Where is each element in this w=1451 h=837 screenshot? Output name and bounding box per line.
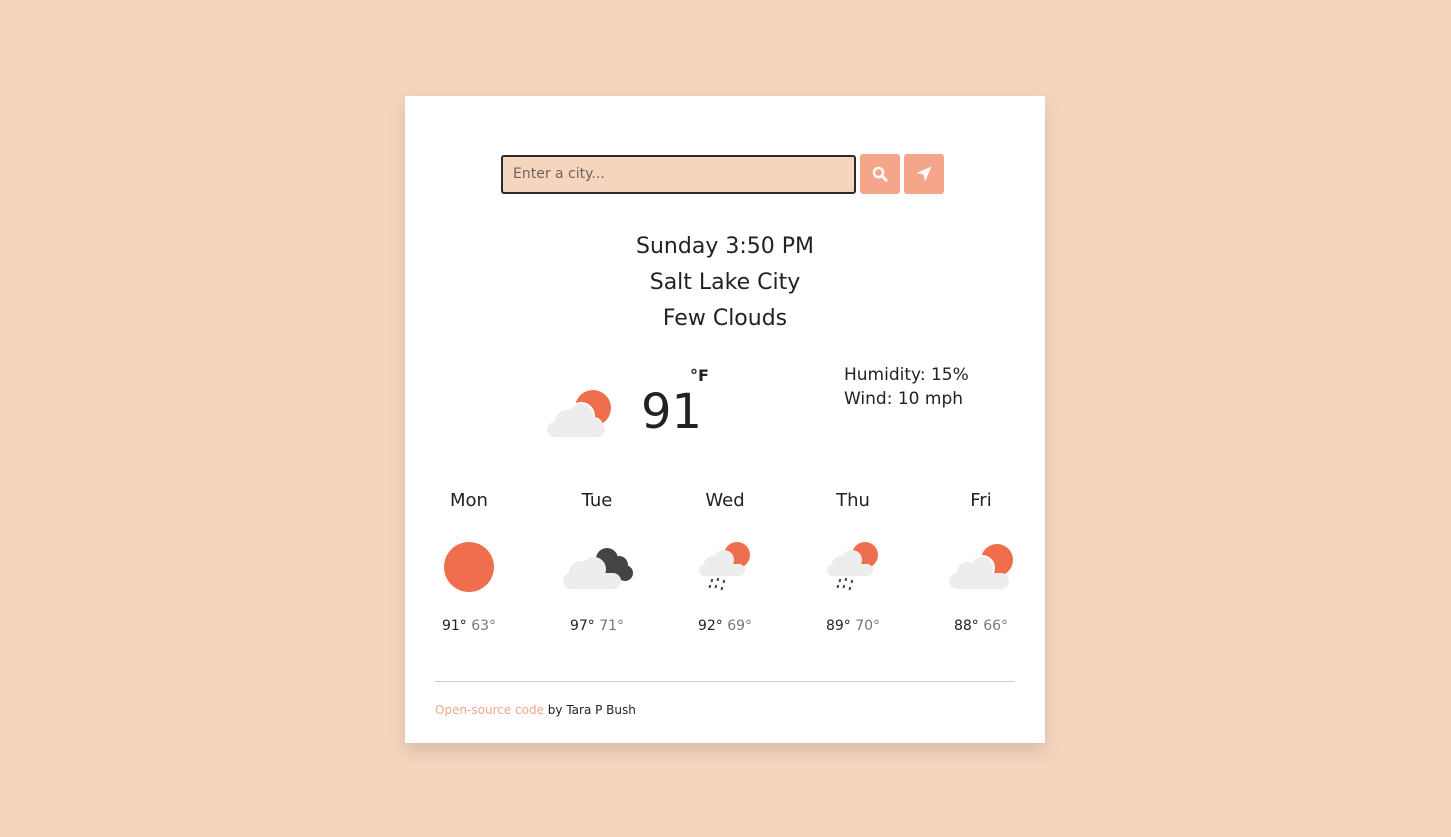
rain-sun-icon — [825, 541, 881, 597]
forecast-day: Fri 88° 66° — [947, 486, 1015, 634]
forecast-high: 92° — [697, 618, 723, 634]
rain-sun-icon — [697, 541, 753, 597]
forecast-day-name: Thu — [836, 490, 870, 511]
search-button[interactable] — [860, 154, 900, 194]
forecast-day-name: Mon — [450, 490, 488, 511]
partly-cloudy-icon — [947, 543, 1015, 595]
city-name: Salt Lake City — [649, 270, 801, 295]
forecast-temps: 92° 69° — [691, 618, 759, 634]
forecast-low: 71° — [599, 618, 625, 634]
footer-author: by Tara P Bush — [543, 703, 636, 717]
forecast-low: 63° — [471, 618, 497, 634]
forecast-day: Thu 89° 70° — [819, 486, 887, 634]
forecast-low: 70° — [855, 618, 881, 634]
search-bar — [501, 154, 944, 194]
partly-cloudy-icon — [545, 386, 615, 442]
forecast-day: Tue 97° 71° — [561, 486, 633, 634]
forecast-high: 88° — [953, 618, 979, 634]
current-temperature: 91 — [641, 384, 703, 440]
dark-cloud-icon — [561, 543, 633, 595]
forecast-low: 69° — [727, 618, 753, 634]
sun-icon — [443, 541, 495, 597]
city-search-input[interactable] — [501, 154, 856, 194]
forecast-low: 66° — [983, 618, 1009, 634]
forecast-day-name: Fri — [970, 490, 992, 511]
weather-card: Sunday 3:50 PM Salt Lake City Few Clouds… — [405, 96, 1045, 743]
forecast-temps: 88° 66° — [947, 618, 1015, 634]
search-icon — [872, 166, 888, 182]
current-location-button[interactable] — [904, 154, 944, 194]
current-datetime: Sunday 3:50 PM — [636, 234, 814, 259]
forecast-temps: 89° 70° — [819, 618, 887, 634]
forecast-high: 89° — [825, 618, 851, 634]
footer: Open-source code by Tara P Bush — [435, 703, 636, 717]
source-code-link[interactable]: Open-source code — [435, 703, 544, 717]
forecast-day-name: Tue — [581, 490, 613, 511]
weather-stats: Humidity: 15% Wind: 10 mph — [844, 363, 969, 411]
humidity: Humidity: 15% — [844, 365, 969, 385]
wind: Wind: 10 mph — [844, 389, 964, 409]
forecast-day: Mon 91° 63° — [435, 486, 503, 634]
forecast-list: Mon 91° 63° Tue 97° 71° Wed 92° 69° Thu … — [435, 486, 1015, 634]
temperature-unit-toggle[interactable]: °F — [690, 366, 709, 385]
location-arrow-icon — [915, 165, 933, 183]
forecast-temps: 91° 63° — [435, 618, 503, 634]
forecast-day: Wed 92° 69° — [691, 486, 759, 634]
weather-description: Few Clouds — [662, 306, 788, 331]
forecast-temps: 97° 71° — [563, 618, 631, 634]
forecast-high: 91° — [441, 618, 467, 634]
footer-divider — [435, 681, 1015, 682]
forecast-high: 97° — [569, 618, 595, 634]
forecast-day-name: Wed — [705, 490, 745, 511]
